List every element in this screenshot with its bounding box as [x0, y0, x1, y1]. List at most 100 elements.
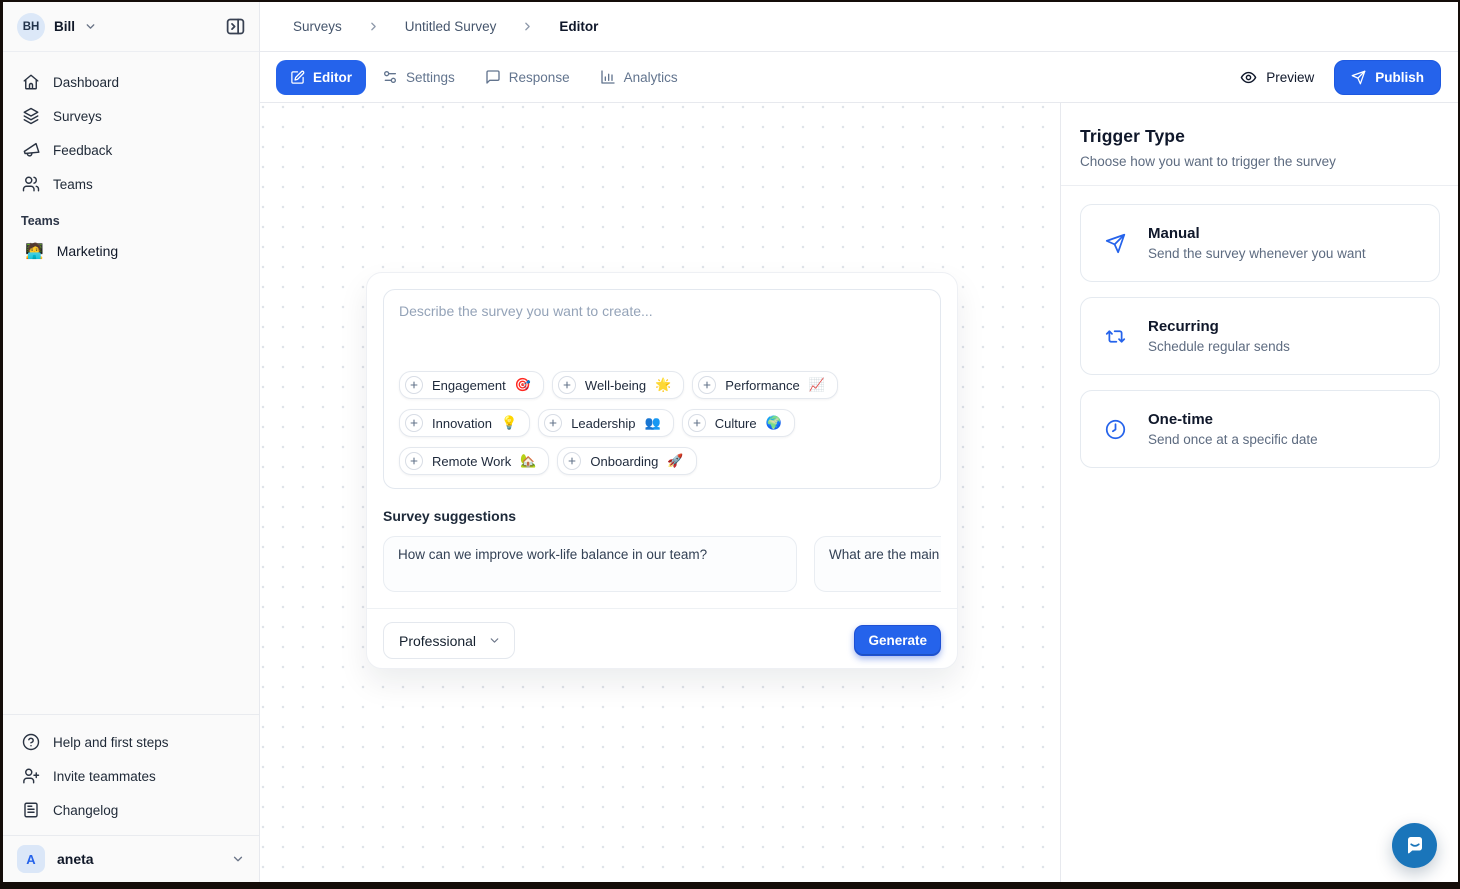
- chat-bubble-smile-icon: [1403, 834, 1427, 858]
- technologist-emoji-icon: 🧑‍💻: [25, 242, 44, 260]
- topic-chip-performance[interactable]: Performance 📈: [692, 371, 838, 399]
- sidebar-item-surveys[interactable]: Surveys: [13, 99, 249, 133]
- breadcrumb: Surveys Untitled Survey Editor: [260, 2, 1458, 52]
- chip-label: Leadership: [571, 416, 635, 431]
- plus-icon: [688, 414, 706, 432]
- survey-suggestions-label: Survey suggestions: [383, 508, 941, 524]
- publish-button[interactable]: Publish: [1334, 60, 1441, 95]
- trigger-type-panel: Trigger Type Choose how you want to trig…: [1060, 103, 1458, 882]
- sidebar-item-help[interactable]: Help and first steps: [13, 725, 249, 759]
- breadcrumb-editor: Editor: [559, 19, 598, 34]
- clock-icon: [1105, 419, 1126, 440]
- repeat-icon: [1105, 326, 1126, 347]
- editor-canvas: Describe the survey you want to create..…: [260, 103, 1060, 882]
- panel-subtitle: Choose how you want to trigger the surve…: [1080, 154, 1438, 169]
- chip-label: Well-being: [585, 378, 646, 393]
- panel-header: Trigger Type Choose how you want to trig…: [1061, 103, 1458, 186]
- topic-chip-wellbeing[interactable]: Well-being 🌟: [552, 371, 684, 399]
- plus-icon: [558, 376, 576, 394]
- topic-chip-leadership[interactable]: Leadership 👥: [538, 409, 674, 437]
- help-circle-icon: [22, 733, 40, 751]
- preview-button[interactable]: Preview: [1240, 69, 1314, 86]
- eye-icon: [1240, 69, 1257, 86]
- sidebar-nav: Dashboard Surveys Feedback Teams: [3, 52, 259, 201]
- topic-chips: Engagement 🎯 Well-being 🌟 Performance 📈: [399, 371, 925, 475]
- chip-label: Performance: [725, 378, 799, 393]
- house-emoji-icon: 🏡: [520, 453, 536, 469]
- top-actions: Preview Publish: [1240, 60, 1441, 95]
- tab-editor[interactable]: Editor: [276, 60, 366, 95]
- option-title: One-time: [1148, 411, 1318, 428]
- sidebar-item-label: Surveys: [53, 109, 102, 124]
- tab-response[interactable]: Response: [471, 60, 584, 95]
- breadcrumb-untitled-survey[interactable]: Untitled Survey: [405, 19, 497, 34]
- rocket-emoji-icon: 🚀: [667, 453, 683, 469]
- user-plus-icon: [22, 767, 40, 785]
- chevron-right-icon: [367, 20, 380, 33]
- sidebar-item-invite[interactable]: Invite teammates: [13, 759, 249, 793]
- user-avatar: A: [17, 845, 45, 873]
- topic-chip-innovation[interactable]: Innovation 💡: [399, 409, 530, 437]
- survey-suggestions-row: How can we improve work-life balance in …: [383, 536, 941, 592]
- tab-label: Editor: [313, 70, 352, 85]
- plus-icon: [544, 414, 562, 432]
- chevron-down-icon: [231, 852, 245, 866]
- chat-launcher-button[interactable]: [1392, 823, 1437, 868]
- chart-emoji-icon: 📈: [809, 377, 825, 393]
- chip-label: Onboarding: [590, 454, 658, 469]
- app-window: BH Bill Dashboard Surv: [3, 2, 1458, 882]
- publish-label: Publish: [1375, 70, 1424, 85]
- sidebar-collapse-button[interactable]: [225, 16, 246, 37]
- chip-label: Remote Work: [432, 454, 511, 469]
- chevron-down-icon: [84, 20, 97, 33]
- sidebar-item-dashboard[interactable]: Dashboard: [13, 65, 249, 99]
- chip-label: Culture: [715, 416, 757, 431]
- tab-label: Settings: [406, 70, 455, 85]
- panel-collapse-icon: [225, 16, 246, 37]
- people-emoji-icon: 👥: [645, 415, 661, 431]
- tab-settings[interactable]: Settings: [368, 60, 469, 95]
- option-description: Send once at a specific date: [1148, 432, 1318, 447]
- workspace-switcher[interactable]: BH Bill: [3, 2, 259, 52]
- topic-chip-onboarding[interactable]: Onboarding 🚀: [557, 447, 696, 475]
- trigger-option-one-time[interactable]: One-time Send once at a specific date: [1080, 390, 1440, 468]
- sidebar-item-feedback[interactable]: Feedback: [13, 133, 249, 167]
- sidebar-item-teams[interactable]: Teams: [13, 167, 249, 201]
- breadcrumb-surveys[interactable]: Surveys: [293, 19, 342, 34]
- pencil-square-icon: [290, 70, 305, 85]
- generate-button[interactable]: Generate: [854, 625, 941, 656]
- tabbar: Editor Settings Response Analytics: [260, 52, 1458, 103]
- workspace-name: Bill: [54, 19, 75, 34]
- trigger-option-recurring[interactable]: Recurring Schedule regular sends: [1080, 297, 1440, 375]
- sliders-icon: [382, 69, 398, 85]
- tone-select[interactable]: Professional: [383, 622, 515, 659]
- tab-label: Analytics: [624, 70, 678, 85]
- message-square-icon: [485, 69, 501, 85]
- sidebar-item-label: Changelog: [53, 803, 118, 818]
- survey-generator-card: Describe the survey you want to create..…: [366, 272, 958, 669]
- chip-label: Engagement: [432, 378, 506, 393]
- send-icon: [1351, 70, 1366, 85]
- team-name: Marketing: [57, 243, 118, 259]
- user-menu[interactable]: A aneta: [3, 836, 259, 882]
- sidebar-item-label: Help and first steps: [53, 735, 169, 750]
- sidebar-item-marketing[interactable]: 🧑‍💻 Marketing: [13, 233, 249, 269]
- plus-icon: [405, 376, 423, 394]
- trigger-option-manual[interactable]: Manual Send the survey whenever you want: [1080, 204, 1440, 282]
- suggestion-card[interactable]: How can we improve work-life balance in …: [383, 536, 797, 592]
- topic-chip-culture[interactable]: Culture 🌍: [682, 409, 795, 437]
- home-icon: [22, 73, 40, 91]
- option-description: Send the survey whenever you want: [1148, 246, 1366, 261]
- sidebar-item-changelog[interactable]: Changelog: [13, 793, 249, 827]
- topic-chip-remote-work[interactable]: Remote Work 🏡: [399, 447, 549, 475]
- panel-title: Trigger Type: [1080, 126, 1438, 147]
- suggestion-card[interactable]: What are the main ob: [814, 536, 941, 592]
- sidebar-footer: Help and first steps Invite teammates Ch…: [3, 714, 259, 882]
- tab-analytics[interactable]: Analytics: [586, 60, 692, 95]
- star-emoji-icon: 🌟: [655, 377, 671, 393]
- megaphone-icon: [20, 139, 43, 162]
- topic-chip-engagement[interactable]: Engagement 🎯: [399, 371, 544, 399]
- survey-description-input[interactable]: Describe the survey you want to create..…: [383, 289, 941, 489]
- sidebar-item-label: Feedback: [53, 143, 112, 158]
- input-placeholder: Describe the survey you want to create..…: [399, 303, 925, 319]
